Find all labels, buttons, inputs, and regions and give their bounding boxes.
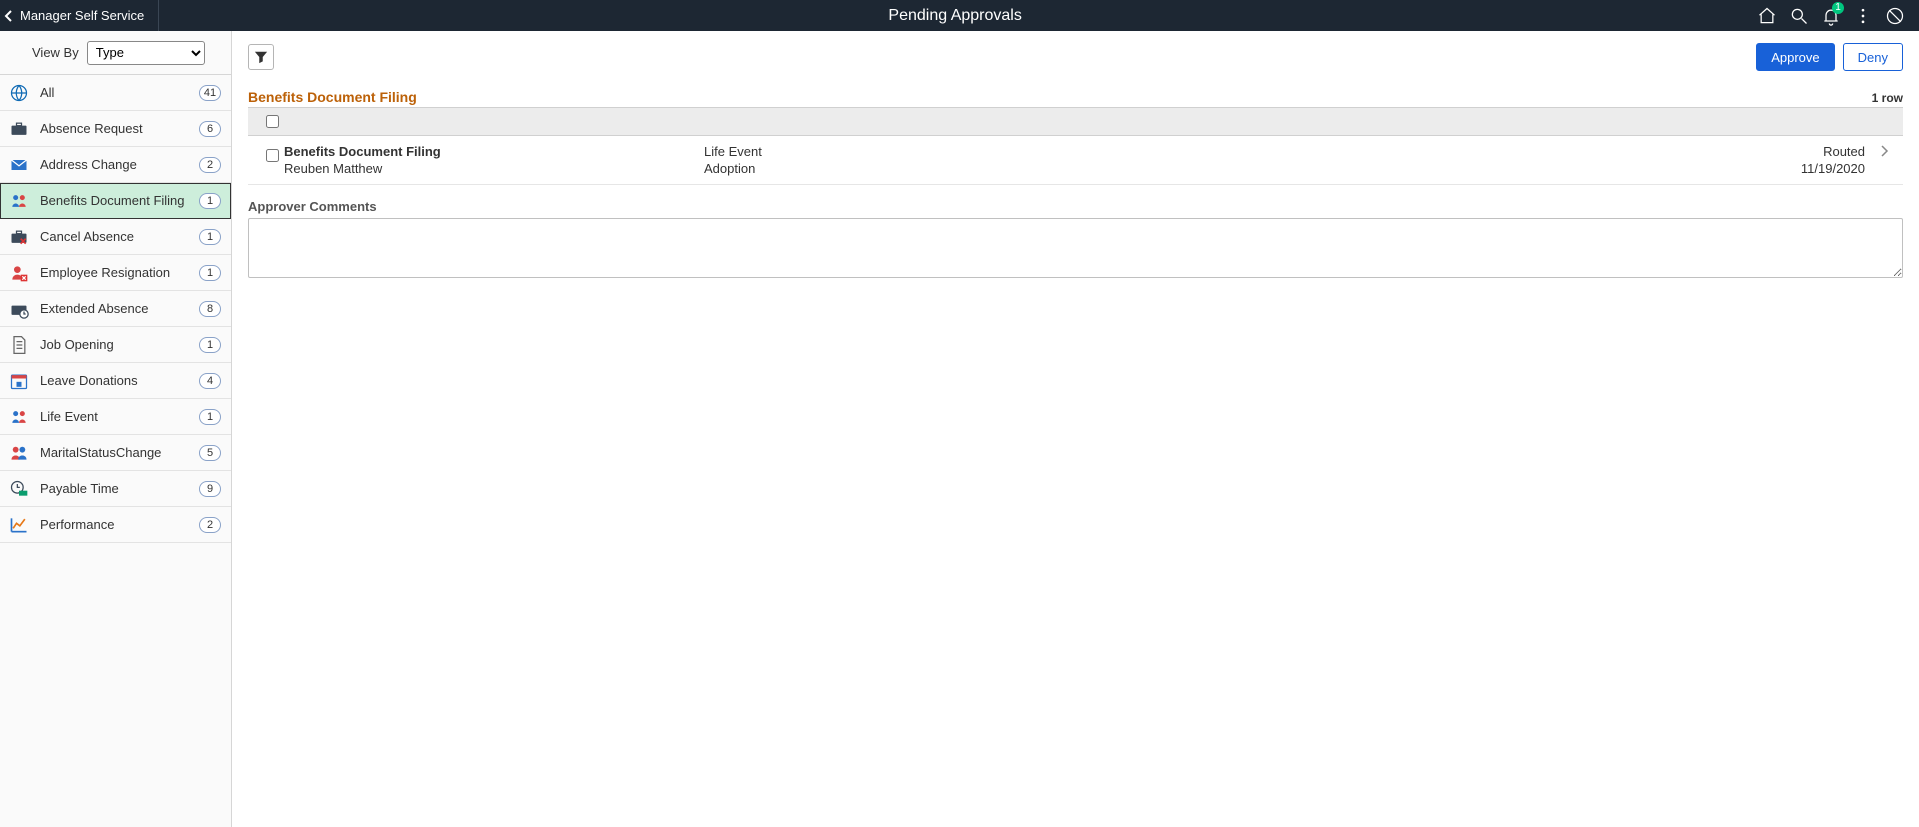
calendar-gift-icon	[8, 370, 30, 392]
section-header: Benefits Document Filing 1 row	[248, 89, 1903, 108]
page-banner: Manager Self Service Pending Approvals 1	[0, 0, 1919, 31]
approver-comments-input[interactable]	[248, 218, 1903, 278]
sidebar-item-label: Leave Donations	[40, 373, 199, 388]
sidebar-item-label: Life Event	[40, 409, 199, 424]
row-date: 11/19/2020	[1775, 161, 1865, 176]
filter-button[interactable]	[248, 44, 274, 70]
document-icon	[8, 334, 30, 356]
sidebar-item-label: MaritalStatusChange	[40, 445, 199, 460]
row-count: 1 row	[1872, 91, 1903, 105]
row-status-cell: Routed 11/19/2020	[1775, 144, 1865, 176]
sidebar-item-address-change[interactable]: Address Change 2	[0, 147, 231, 183]
filter-icon	[254, 50, 268, 64]
nav-icon[interactable]	[1879, 0, 1911, 31]
sidebar-item-absence-request[interactable]: Absence Request 6	[0, 111, 231, 147]
view-by-row: View By Type	[0, 31, 231, 75]
row-requester: Reuben Matthew	[284, 161, 704, 176]
notifications-icon[interactable]: 1	[1815, 0, 1847, 31]
section-title: Benefits Document Filing	[248, 89, 417, 105]
row-status: Routed	[1775, 144, 1865, 159]
view-by-label: View By	[32, 45, 79, 60]
sidebar-item-employee-resignation[interactable]: Employee Resignation 1	[0, 255, 231, 291]
chevron-right-icon	[1865, 144, 1889, 158]
banner-actions: 1	[1751, 0, 1919, 31]
sidebar-item-label: Employee Resignation	[40, 265, 199, 280]
row-title: Benefits Document Filing	[284, 144, 704, 159]
table-header-row	[248, 108, 1903, 136]
select-all-checkbox[interactable]	[266, 115, 279, 128]
toolbar: Approve Deny	[248, 43, 1903, 71]
sidebar-item-job-opening[interactable]: Job Opening 1	[0, 327, 231, 363]
row-category-cell: Life Event Adoption	[704, 144, 1775, 176]
chevron-left-icon	[4, 9, 14, 23]
sidebar-item-count: 1	[199, 193, 221, 209]
sidebar-item-cancel-absence[interactable]: Cancel Absence 1	[0, 219, 231, 255]
sidebar-item-performance[interactable]: Performance 2	[0, 507, 231, 543]
sidebar-item-label: Absence Request	[40, 121, 199, 136]
deny-button[interactable]: Deny	[1843, 43, 1903, 71]
sidebar-item-leave-donations[interactable]: Leave Donations 4	[0, 363, 231, 399]
notification-badge: 1	[1832, 2, 1844, 14]
sidebar-item-payable-time[interactable]: Payable Time 9	[0, 471, 231, 507]
row-check-cell	[262, 144, 284, 165]
back-label: Manager Self Service	[20, 8, 144, 23]
row-primary-cell: Benefits Document Filing Reuben Matthew	[284, 144, 704, 176]
row-category: Life Event	[704, 144, 1775, 159]
briefcase-clock-icon	[8, 298, 30, 320]
row-detail: Adoption	[704, 161, 1775, 176]
sidebar-item-count: 1	[199, 409, 221, 425]
globe-icon	[8, 82, 30, 104]
sidebar: View By Type All 41 Absence Request 6	[0, 31, 232, 827]
clock-money-icon	[8, 478, 30, 500]
action-buttons: Approve Deny	[1756, 43, 1903, 71]
envelope-icon	[8, 154, 30, 176]
people-icon	[8, 406, 30, 428]
sidebar-item-count: 1	[199, 337, 221, 353]
sidebar-item-label: Address Change	[40, 157, 199, 172]
sidebar-item-count: 1	[199, 265, 221, 281]
sidebar-item-extended-absence[interactable]: Extended Absence 8	[0, 291, 231, 327]
sidebar-item-count: 41	[199, 85, 221, 101]
table-row[interactable]: Benefits Document Filing Reuben Matthew …	[248, 136, 1903, 185]
people-puzzle-icon	[8, 190, 30, 212]
person-x-icon	[8, 262, 30, 284]
main-content: Approve Deny Benefits Document Filing 1 …	[232, 31, 1919, 827]
sidebar-item-all[interactable]: All 41	[0, 75, 231, 111]
sidebar-item-label: Benefits Document Filing	[40, 193, 199, 208]
couple-icon	[8, 442, 30, 464]
page-title: Pending Approvals	[159, 0, 1751, 31]
sidebar-item-benefits-document-filing[interactable]: Benefits Document Filing 1	[0, 183, 231, 219]
sidebar-item-label: Performance	[40, 517, 199, 532]
back-button[interactable]: Manager Self Service	[0, 0, 159, 31]
actions-menu-icon[interactable]	[1847, 0, 1879, 31]
sidebar-item-count: 9	[199, 481, 221, 497]
sidebar-item-label: Job Opening	[40, 337, 199, 352]
sidebar-item-marital-status-change[interactable]: MaritalStatusChange 5	[0, 435, 231, 471]
sidebar-item-label: Extended Absence	[40, 301, 199, 316]
sidebar-nav-list: All 41 Absence Request 6 Address Change …	[0, 75, 231, 543]
search-icon[interactable]	[1783, 0, 1815, 31]
row-checkbox[interactable]	[266, 149, 279, 162]
sidebar-item-label: Cancel Absence	[40, 229, 199, 244]
comments-label: Approver Comments	[248, 199, 1903, 214]
briefcase-icon	[8, 118, 30, 140]
sidebar-item-count: 2	[199, 157, 221, 173]
sidebar-item-count: 2	[199, 517, 221, 533]
approve-button[interactable]: Approve	[1756, 43, 1834, 71]
chart-line-icon	[8, 514, 30, 536]
sidebar-item-count: 1	[199, 229, 221, 245]
home-icon[interactable]	[1751, 0, 1783, 31]
sidebar-item-count: 4	[199, 373, 221, 389]
sidebar-item-count: 6	[199, 121, 221, 137]
view-by-select[interactable]: Type	[87, 41, 205, 65]
sidebar-item-count: 8	[199, 301, 221, 317]
sidebar-item-label: All	[40, 85, 199, 100]
sidebar-item-label: Payable Time	[40, 481, 199, 496]
briefcase-x-icon	[8, 226, 30, 248]
sidebar-item-life-event[interactable]: Life Event 1	[0, 399, 231, 435]
sidebar-item-count: 5	[199, 445, 221, 461]
